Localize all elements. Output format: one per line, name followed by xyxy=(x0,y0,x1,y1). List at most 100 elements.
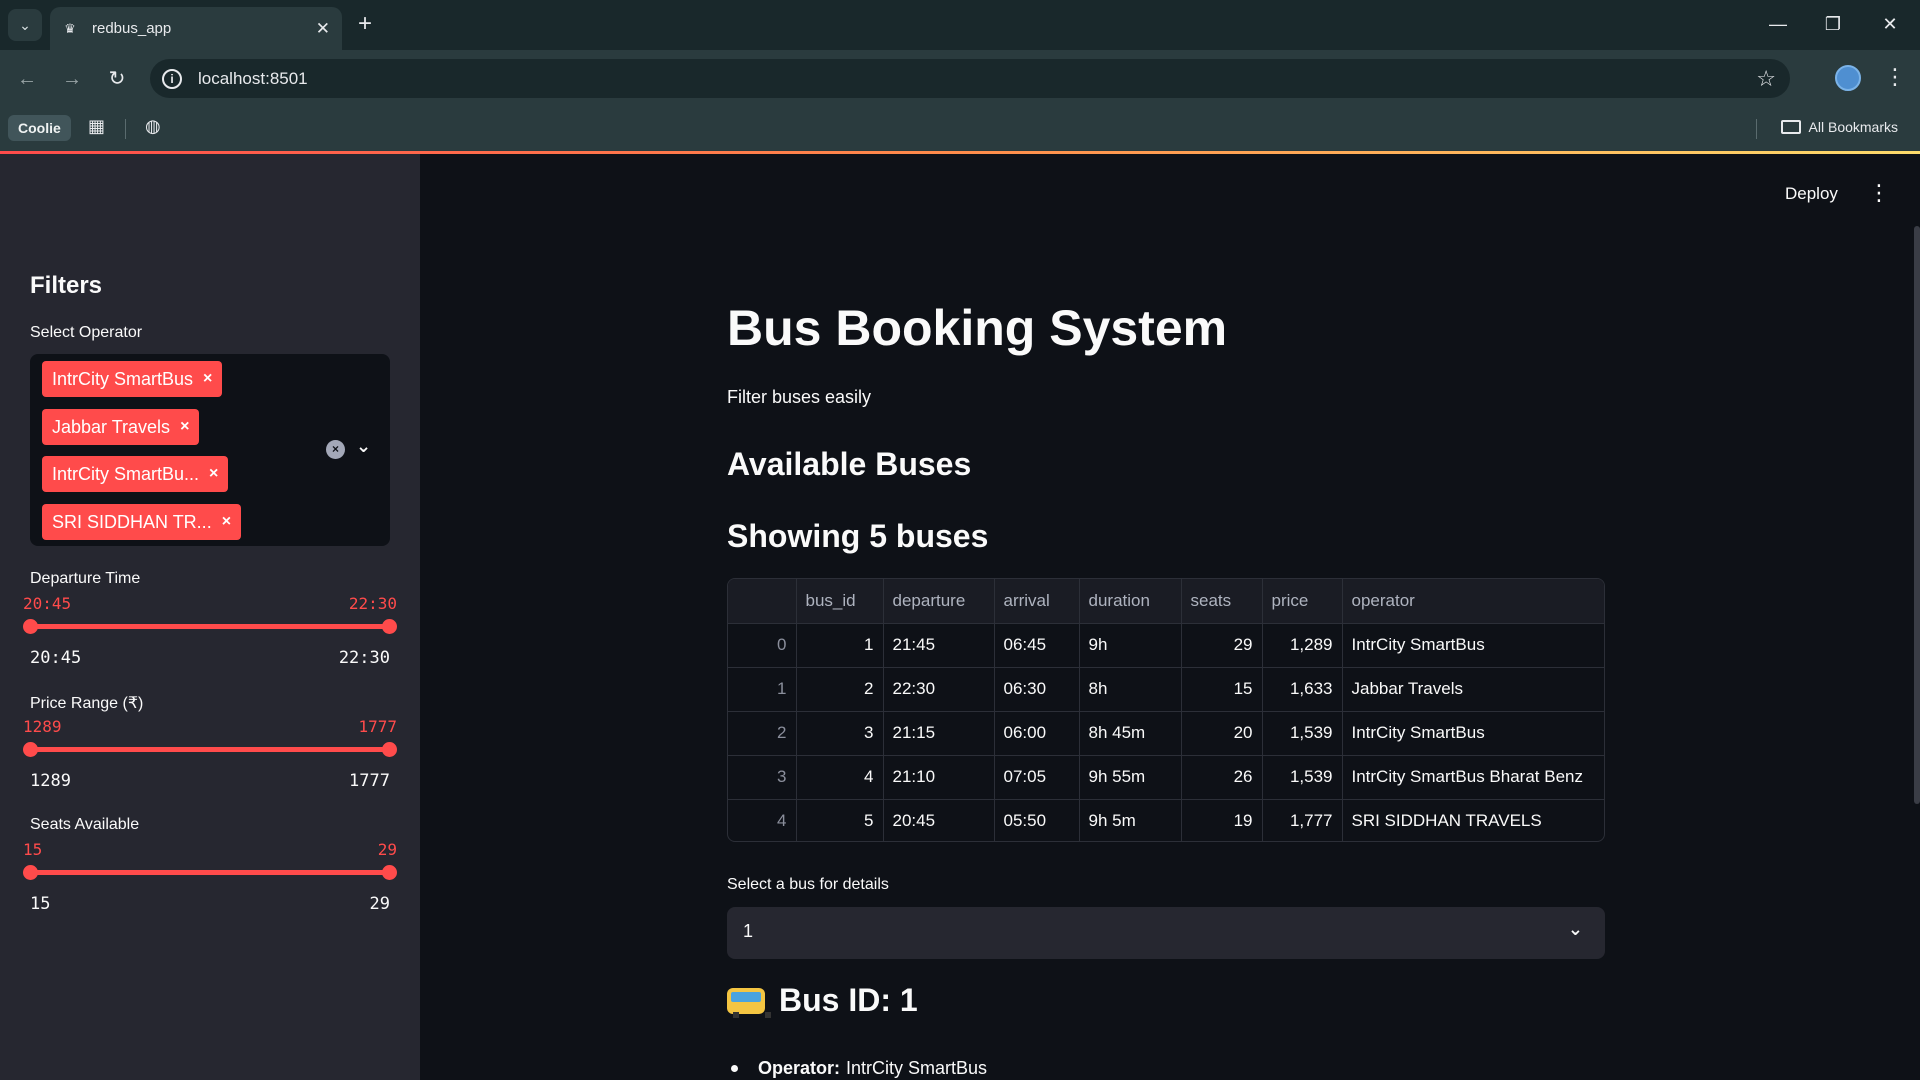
clear-all-icon[interactable]: × xyxy=(326,440,345,459)
cell-arrival[interactable]: 06:00 xyxy=(994,711,1080,756)
column-header[interactable]: arrival xyxy=(994,579,1080,624)
apps-grid-icon[interactable]: ▦ xyxy=(88,116,105,137)
cell-arrival[interactable]: 06:30 xyxy=(994,667,1080,712)
scrollbar[interactable] xyxy=(1914,226,1920,804)
chevron-down-icon[interactable]: ⌄ xyxy=(356,436,371,457)
cell-price[interactable]: 1,633 xyxy=(1262,667,1343,712)
cell-operator[interactable]: IntrCity SmartBus xyxy=(1342,711,1604,756)
cell-operator[interactable]: IntrCity SmartBus Bharat Benz xyxy=(1342,755,1604,800)
cell-arrival[interactable]: 06:45 xyxy=(994,623,1080,668)
reload-icon[interactable]: ↻ xyxy=(102,64,132,94)
price-slider[interactable]: 1289 1777 1289 1777 xyxy=(23,717,397,797)
globe-icon[interactable]: ◍ xyxy=(145,116,161,137)
cell-bus-id[interactable]: 1 xyxy=(796,623,884,668)
table-row[interactable]: 2 3 21:15 06:00 8h 45m 20 1,539 IntrCity… xyxy=(728,711,1604,756)
app-menu-icon[interactable]: ⋮ xyxy=(1868,180,1890,206)
column-header[interactable]: departure xyxy=(883,579,995,624)
operator-chip[interactable]: SRI SIDDHAN TR... × xyxy=(42,504,242,540)
cell-departure[interactable]: 21:10 xyxy=(883,755,995,800)
cell-departure[interactable]: 21:15 xyxy=(883,711,995,756)
cell-seats[interactable]: 15 xyxy=(1181,667,1263,712)
cell-departure[interactable]: 21:45 xyxy=(883,623,995,668)
cell-departure[interactable]: 20:45 xyxy=(883,799,995,841)
cell-duration[interactable]: 9h 55m xyxy=(1079,755,1182,800)
table-row[interactable]: 0 1 21:45 06:45 9h 29 1,289 IntrCity Sma… xyxy=(728,623,1604,668)
cell-operator[interactable]: IntrCity SmartBus xyxy=(1342,623,1604,668)
site-info-icon[interactable]: i xyxy=(162,68,182,89)
slider-track[interactable] xyxy=(30,747,390,752)
cell-duration[interactable]: 9h 5m xyxy=(1079,799,1182,841)
cell-bus-id[interactable]: 3 xyxy=(796,711,884,756)
table-row[interactable]: 3 4 21:10 07:05 9h 55m 26 1,539 IntrCity… xyxy=(728,755,1604,800)
cell-operator[interactable]: Jabbar Travels xyxy=(1342,667,1604,712)
new-tab-button[interactable]: + xyxy=(352,12,378,38)
bus-table[interactable]: bus_id departure arrival duration seats … xyxy=(727,578,1605,842)
cell-duration[interactable]: 8h xyxy=(1079,667,1182,712)
slider-high-thumb[interactable] xyxy=(382,742,397,757)
bookmark-coolie[interactable]: Coolie xyxy=(8,115,71,141)
minimize-button[interactable]: — xyxy=(1758,10,1798,38)
column-header[interactable]: operator xyxy=(1342,579,1604,624)
column-header[interactable]: duration xyxy=(1079,579,1182,624)
back-arrow-icon[interactable]: ← xyxy=(12,64,42,94)
chevron-down-icon[interactable]: ⌄ xyxy=(1568,919,1583,940)
chip-remove-icon[interactable]: × xyxy=(180,418,189,436)
cell-duration[interactable]: 8h 45m xyxy=(1079,711,1182,756)
address-bar[interactable]: i localhost:8501 ☆ xyxy=(150,59,1790,98)
deploy-button[interactable]: Deploy xyxy=(1785,184,1838,204)
column-header[interactable] xyxy=(728,579,797,624)
browser-menu-icon[interactable]: ⋮ xyxy=(1884,64,1906,90)
tab-search-button[interactable]: ⌄ xyxy=(8,9,42,41)
cell-arrival[interactable]: 07:05 xyxy=(994,755,1080,800)
cell-price[interactable]: 1,289 xyxy=(1262,623,1343,668)
cell-seats[interactable]: 29 xyxy=(1181,623,1263,668)
cell-bus-id[interactable]: 5 xyxy=(796,799,884,841)
slider-track[interactable] xyxy=(30,870,390,875)
departure-slider[interactable]: 20:45 22:30 20:45 22:30 xyxy=(23,594,397,674)
seats-slider[interactable]: 15 29 15 29 xyxy=(23,840,397,920)
cell-seats[interactable]: 19 xyxy=(1181,799,1263,841)
column-header[interactable]: price xyxy=(1262,579,1343,624)
operator-chip[interactable]: IntrCity SmartBu... × xyxy=(42,456,229,492)
bus-select-label: Select a bus for details xyxy=(727,876,889,893)
all-bookmarks-button[interactable]: All Bookmarks xyxy=(1780,119,1898,135)
cell-bus-id[interactable]: 2 xyxy=(796,667,884,712)
slider-high-thumb[interactable] xyxy=(382,865,397,880)
profile-avatar[interactable] xyxy=(1835,65,1861,91)
operator-multiselect[interactable]: IntrCity SmartBus × Jabbar Travels × IntrC… xyxy=(30,354,390,546)
bus-icon xyxy=(727,987,771,1018)
cell-price[interactable]: 1,777 xyxy=(1262,799,1343,841)
restore-button[interactable]: ❐ xyxy=(1813,10,1853,38)
bookmark-star-icon[interactable]: ☆ xyxy=(1756,66,1776,92)
cell-departure[interactable]: 22:30 xyxy=(883,667,995,712)
chip-remove-icon[interactable]: × xyxy=(203,370,212,388)
column-header[interactable]: bus_id xyxy=(796,579,884,624)
close-icon[interactable]: ✕ xyxy=(316,19,330,39)
sidebar-title: Filters xyxy=(30,272,103,299)
chip-remove-icon[interactable]: × xyxy=(222,513,231,531)
cell-arrival[interactable]: 05:50 xyxy=(994,799,1080,841)
slider-high-thumb[interactable] xyxy=(382,619,397,634)
operator-chip[interactable]: IntrCity SmartBus × xyxy=(42,361,223,397)
browser-tab[interactable]: ♛ redbus_app ✕ xyxy=(50,7,342,50)
chip-remove-icon[interactable]: × xyxy=(209,465,218,483)
slider-low-thumb[interactable] xyxy=(23,865,38,880)
slider-low-thumb[interactable] xyxy=(23,619,38,634)
cell-bus-id[interactable]: 4 xyxy=(796,755,884,800)
address-url[interactable]: localhost:8501 xyxy=(198,69,308,89)
cell-price[interactable]: 1,539 xyxy=(1262,711,1343,756)
slider-low-thumb[interactable] xyxy=(23,742,38,757)
column-header[interactable]: seats xyxy=(1181,579,1263,624)
cell-seats[interactable]: 20 xyxy=(1181,711,1263,756)
cell-seats[interactable]: 26 xyxy=(1181,755,1263,800)
bus-select[interactable]: 1 ⌄ xyxy=(727,907,1605,959)
cell-price[interactable]: 1,539 xyxy=(1262,755,1343,800)
cell-duration[interactable]: 9h xyxy=(1079,623,1182,668)
table-row[interactable]: 4 5 20:45 05:50 9h 5m 19 1,777 SRI SIDDH… xyxy=(728,799,1604,841)
cell-operator[interactable]: SRI SIDDHAN TRAVELS xyxy=(1342,799,1604,841)
forward-arrow-icon[interactable]: → xyxy=(57,64,87,94)
slider-track[interactable] xyxy=(30,624,390,629)
table-row[interactable]: 1 2 22:30 06:30 8h 15 1,633 Jabbar Trave… xyxy=(728,667,1604,712)
window-close-button[interactable]: ✕ xyxy=(1870,10,1910,38)
operator-chip[interactable]: Jabbar Travels × xyxy=(42,409,200,445)
